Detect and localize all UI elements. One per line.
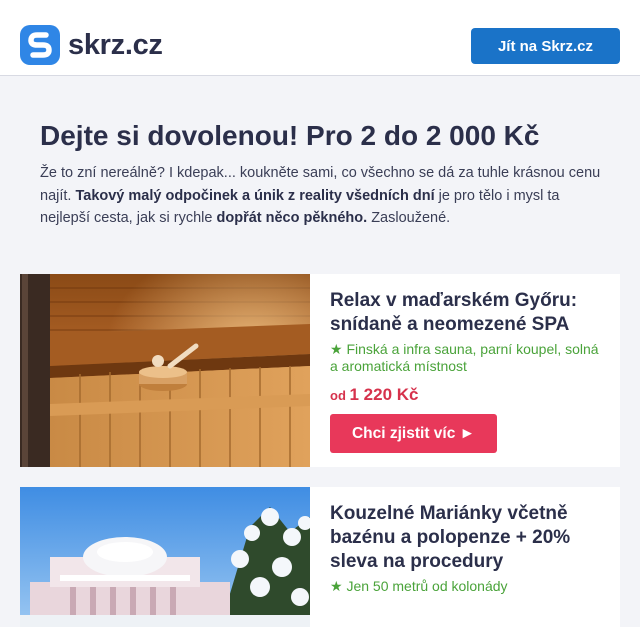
offer-feature: ★ Jen 50 metrů od kolonády (330, 578, 508, 594)
offer-card: Kouzelné Mariánky včetně bazénu a polope… (20, 487, 620, 627)
offer-feature: ★ Finská a infra sauna, parní koupel, so… (330, 341, 599, 374)
price-prefix: od (330, 388, 350, 403)
intro-text-bold-2: dopřát něco pěkného. (216, 210, 368, 226)
intro-section: Dejte si dovolenou! Pro 2 do 2 000 Kč Že… (40, 118, 610, 230)
offer-more-button[interactable]: Chci zjistit víc ► (330, 414, 497, 453)
skrz-logo-icon (20, 25, 60, 65)
offer-title[interactable]: Kouzelné Mariánky včetně bazénu a polope… (330, 502, 600, 574)
intro-text-3: Zasloužené. (367, 210, 451, 226)
logo[interactable]: skrz.cz (20, 25, 163, 65)
offer-card-body: Relax v maďarském Győru: snídaně a neome… (310, 274, 620, 467)
logo-text: skrz.cz (68, 28, 163, 61)
intro-text: Že to zní nereálně? I kdepak... koukněte… (40, 162, 610, 230)
header: skrz.cz Jít na Skrz.cz (0, 0, 640, 76)
marianky-image[interactable] (20, 487, 310, 627)
offer-card-body: Kouzelné Mariánky včetně bazénu a polope… (310, 487, 620, 627)
offer-card: Relax v maďarském Győru: snídaně a neome… (20, 274, 620, 467)
page-title: Dejte si dovolenou! Pro 2 do 2 000 Kč (40, 120, 540, 151)
price-amount: 1 220 Kč (349, 385, 419, 404)
offer-price: od 1 220 Kč (330, 385, 600, 405)
intro-text-bold-1: Takový malý odpočinek a únik z reality v… (75, 187, 435, 204)
offer-title[interactable]: Relax v maďarském Győru: snídaně a neome… (330, 289, 600, 337)
go-to-skrz-button[interactable]: Jít na Skrz.cz (471, 28, 620, 64)
sauna-image[interactable] (20, 274, 310, 467)
